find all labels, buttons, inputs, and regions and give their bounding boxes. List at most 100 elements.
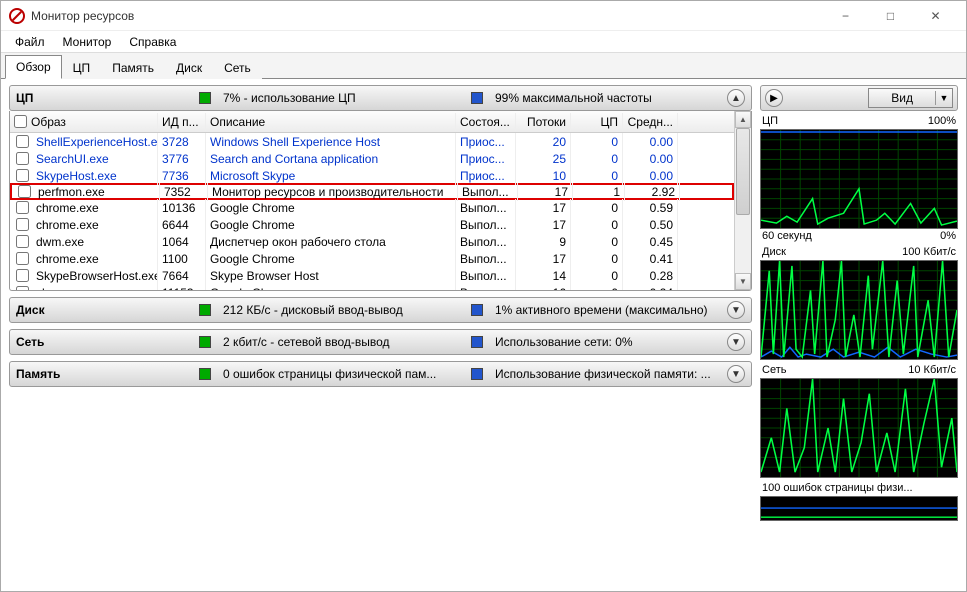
net-section-header[interactable]: Сеть 2 кбит/с - сетевой ввод-вывод Испол… <box>9 329 752 355</box>
process-cpu: 0 <box>571 133 623 151</box>
chevron-down-icon: ▼ <box>731 337 741 348</box>
process-avg: 0.41 <box>623 250 678 268</box>
menubar: Файл Монитор Справка <box>1 31 966 53</box>
process-avg: 0.28 <box>623 267 678 285</box>
disk-section-name: Диск <box>16 303 191 317</box>
process-status: Выпол... <box>456 284 516 291</box>
close-button[interactable]: ✕ <box>913 2 958 30</box>
chart-cpu-max: 100% <box>928 115 956 127</box>
table-row[interactable]: SkypeHost.exe7736Microsoft SkypeПриос...… <box>10 167 734 184</box>
tab-memory[interactable]: Память <box>101 56 165 79</box>
tab-network[interactable]: Сеть <box>213 56 262 79</box>
table-row[interactable]: SkypeBrowserHost.exe7664Skype Browser Ho… <box>10 267 734 284</box>
table-row[interactable]: chrome.exe6644Google ChromeВыпол...1700.… <box>10 216 734 233</box>
process-desc: Google Chrome <box>206 216 456 234</box>
chart-cpu-footer-right: 0% <box>940 230 956 242</box>
table-row[interactable]: dwm.exe1064Диспетчер окон рабочего стола… <box>10 233 734 250</box>
col-avg[interactable]: Средн... <box>623 113 678 131</box>
table-row[interactable]: chrome.exe10136Google ChromeВыпол...1700… <box>10 199 734 216</box>
net-stat1: 2 кбит/с - сетевой ввод-вывод <box>223 335 463 349</box>
table-row[interactable]: SearchUI.exe3776Search and Cortana appli… <box>10 150 734 167</box>
menu-monitor[interactable]: Монитор <box>55 33 120 51</box>
col-image[interactable]: Образ <box>31 115 66 129</box>
menu-file[interactable]: Файл <box>7 33 53 51</box>
cpu-usage-label: 7% - использование ЦП <box>223 91 463 105</box>
minimize-button[interactable]: − <box>823 2 868 30</box>
menu-help[interactable]: Справка <box>121 33 184 51</box>
row-checkbox[interactable] <box>18 185 31 198</box>
select-all-checkbox[interactable] <box>14 115 27 128</box>
view-dropdown[interactable]: Вид ▼ <box>868 88 953 108</box>
col-status[interactable]: Состоя... <box>456 113 516 131</box>
process-name: ShellExperienceHost.exe <box>36 135 158 149</box>
row-checkbox[interactable] <box>16 152 29 165</box>
chart-mem-title: 100 ошибок страницы физи... <box>762 482 913 494</box>
row-checkbox[interactable] <box>16 135 29 148</box>
process-avg: 0.59 <box>623 199 678 217</box>
cpu-indicator-blue <box>471 92 483 104</box>
scroll-thumb[interactable] <box>736 128 750 215</box>
net-expand-button[interactable]: ▼ <box>727 333 745 351</box>
process-avg: 0.45 <box>623 233 678 251</box>
cpu-collapse-button[interactable]: ▲ <box>727 89 745 107</box>
scroll-down-button[interactable]: ▼ <box>735 273 751 290</box>
mem-section-name: Память <box>16 367 191 381</box>
row-checkbox[interactable] <box>16 201 29 214</box>
row-checkbox[interactable] <box>16 252 29 265</box>
tab-cpu[interactable]: ЦП <box>62 56 102 79</box>
left-panel: ЦП 7% - использование ЦП 99% максимально… <box>1 79 756 591</box>
table-row[interactable]: chrome.exe11153Google ChromeВыпол...1600… <box>10 284 734 290</box>
process-threads: 16 <box>516 284 571 291</box>
chevron-right-icon: ▶ <box>770 93 778 104</box>
process-threads: 17 <box>516 216 571 234</box>
disk-indicator-blue <box>471 304 483 316</box>
process-status: Выпол... <box>456 233 516 251</box>
row-checkbox[interactable] <box>16 235 29 248</box>
table-row[interactable]: chrome.exe1100Google ChromeВыпол...1700.… <box>10 250 734 267</box>
col-threads[interactable]: Потоки <box>516 113 571 131</box>
process-name: SkypeBrowserHost.exe <box>36 269 158 283</box>
chevron-up-icon: ▲ <box>731 93 741 104</box>
process-threads: 25 <box>516 150 571 168</box>
cpu-section-header[interactable]: ЦП 7% - использование ЦП 99% максимально… <box>9 85 752 111</box>
col-cpu[interactable]: ЦП <box>571 113 623 131</box>
process-desc: Google Chrome <box>206 199 456 217</box>
tab-overview[interactable]: Обзор <box>5 55 62 79</box>
view-label: Вид <box>869 91 936 105</box>
tab-disk[interactable]: Диск <box>165 56 213 79</box>
scroll-up-button[interactable]: ▲ <box>735 111 751 128</box>
col-desc[interactable]: Описание <box>206 113 456 131</box>
disk-section-header[interactable]: Диск 212 КБ/с - дисковый ввод-вывод 1% а… <box>9 297 752 323</box>
row-checkbox[interactable] <box>16 169 29 182</box>
row-checkbox[interactable] <box>16 218 29 231</box>
mem-section-header[interactable]: Память 0 ошибок страницы физической пам.… <box>9 361 752 387</box>
disk-expand-button[interactable]: ▼ <box>727 301 745 319</box>
maximize-button[interactable]: □ <box>868 2 913 30</box>
net-section-name: Сеть <box>16 335 191 349</box>
process-pid: 3776 <box>158 150 206 168</box>
process-threads: 20 <box>516 133 571 151</box>
process-name: SkypeHost.exe <box>36 169 117 183</box>
process-status: Приос... <box>456 133 516 151</box>
table-row[interactable]: perfmon.exe7352Монитор ресурсов и произв… <box>10 183 734 200</box>
titlebar: Монитор ресурсов − □ ✕ <box>1 1 966 31</box>
col-pid[interactable]: ИД п... <box>158 113 206 131</box>
process-desc: Диспетчер окон рабочего стола <box>206 233 456 251</box>
process-pid: 10136 <box>158 199 206 217</box>
table-scrollbar[interactable]: ▲ ▼ <box>734 111 751 290</box>
mem-stat2: Использование физической памяти: ... <box>495 367 719 381</box>
dropdown-arrow-icon: ▼ <box>936 93 952 103</box>
process-cpu: 0 <box>571 267 623 285</box>
row-checkbox[interactable] <box>16 269 29 282</box>
process-avg: 0.50 <box>623 216 678 234</box>
right-collapse-button[interactable]: ▶ <box>765 89 783 107</box>
process-threads: 9 <box>516 233 571 251</box>
chart-mem <box>760 496 958 521</box>
mem-expand-button[interactable]: ▼ <box>727 365 745 383</box>
process-avg: 0.24 <box>623 284 678 291</box>
process-avg: 0.00 <box>623 150 678 168</box>
row-checkbox[interactable] <box>16 286 29 290</box>
process-threads: 14 <box>516 267 571 285</box>
cpu-indicator-green <box>199 92 211 104</box>
table-row[interactable]: ShellExperienceHost.exe3728Windows Shell… <box>10 133 734 150</box>
